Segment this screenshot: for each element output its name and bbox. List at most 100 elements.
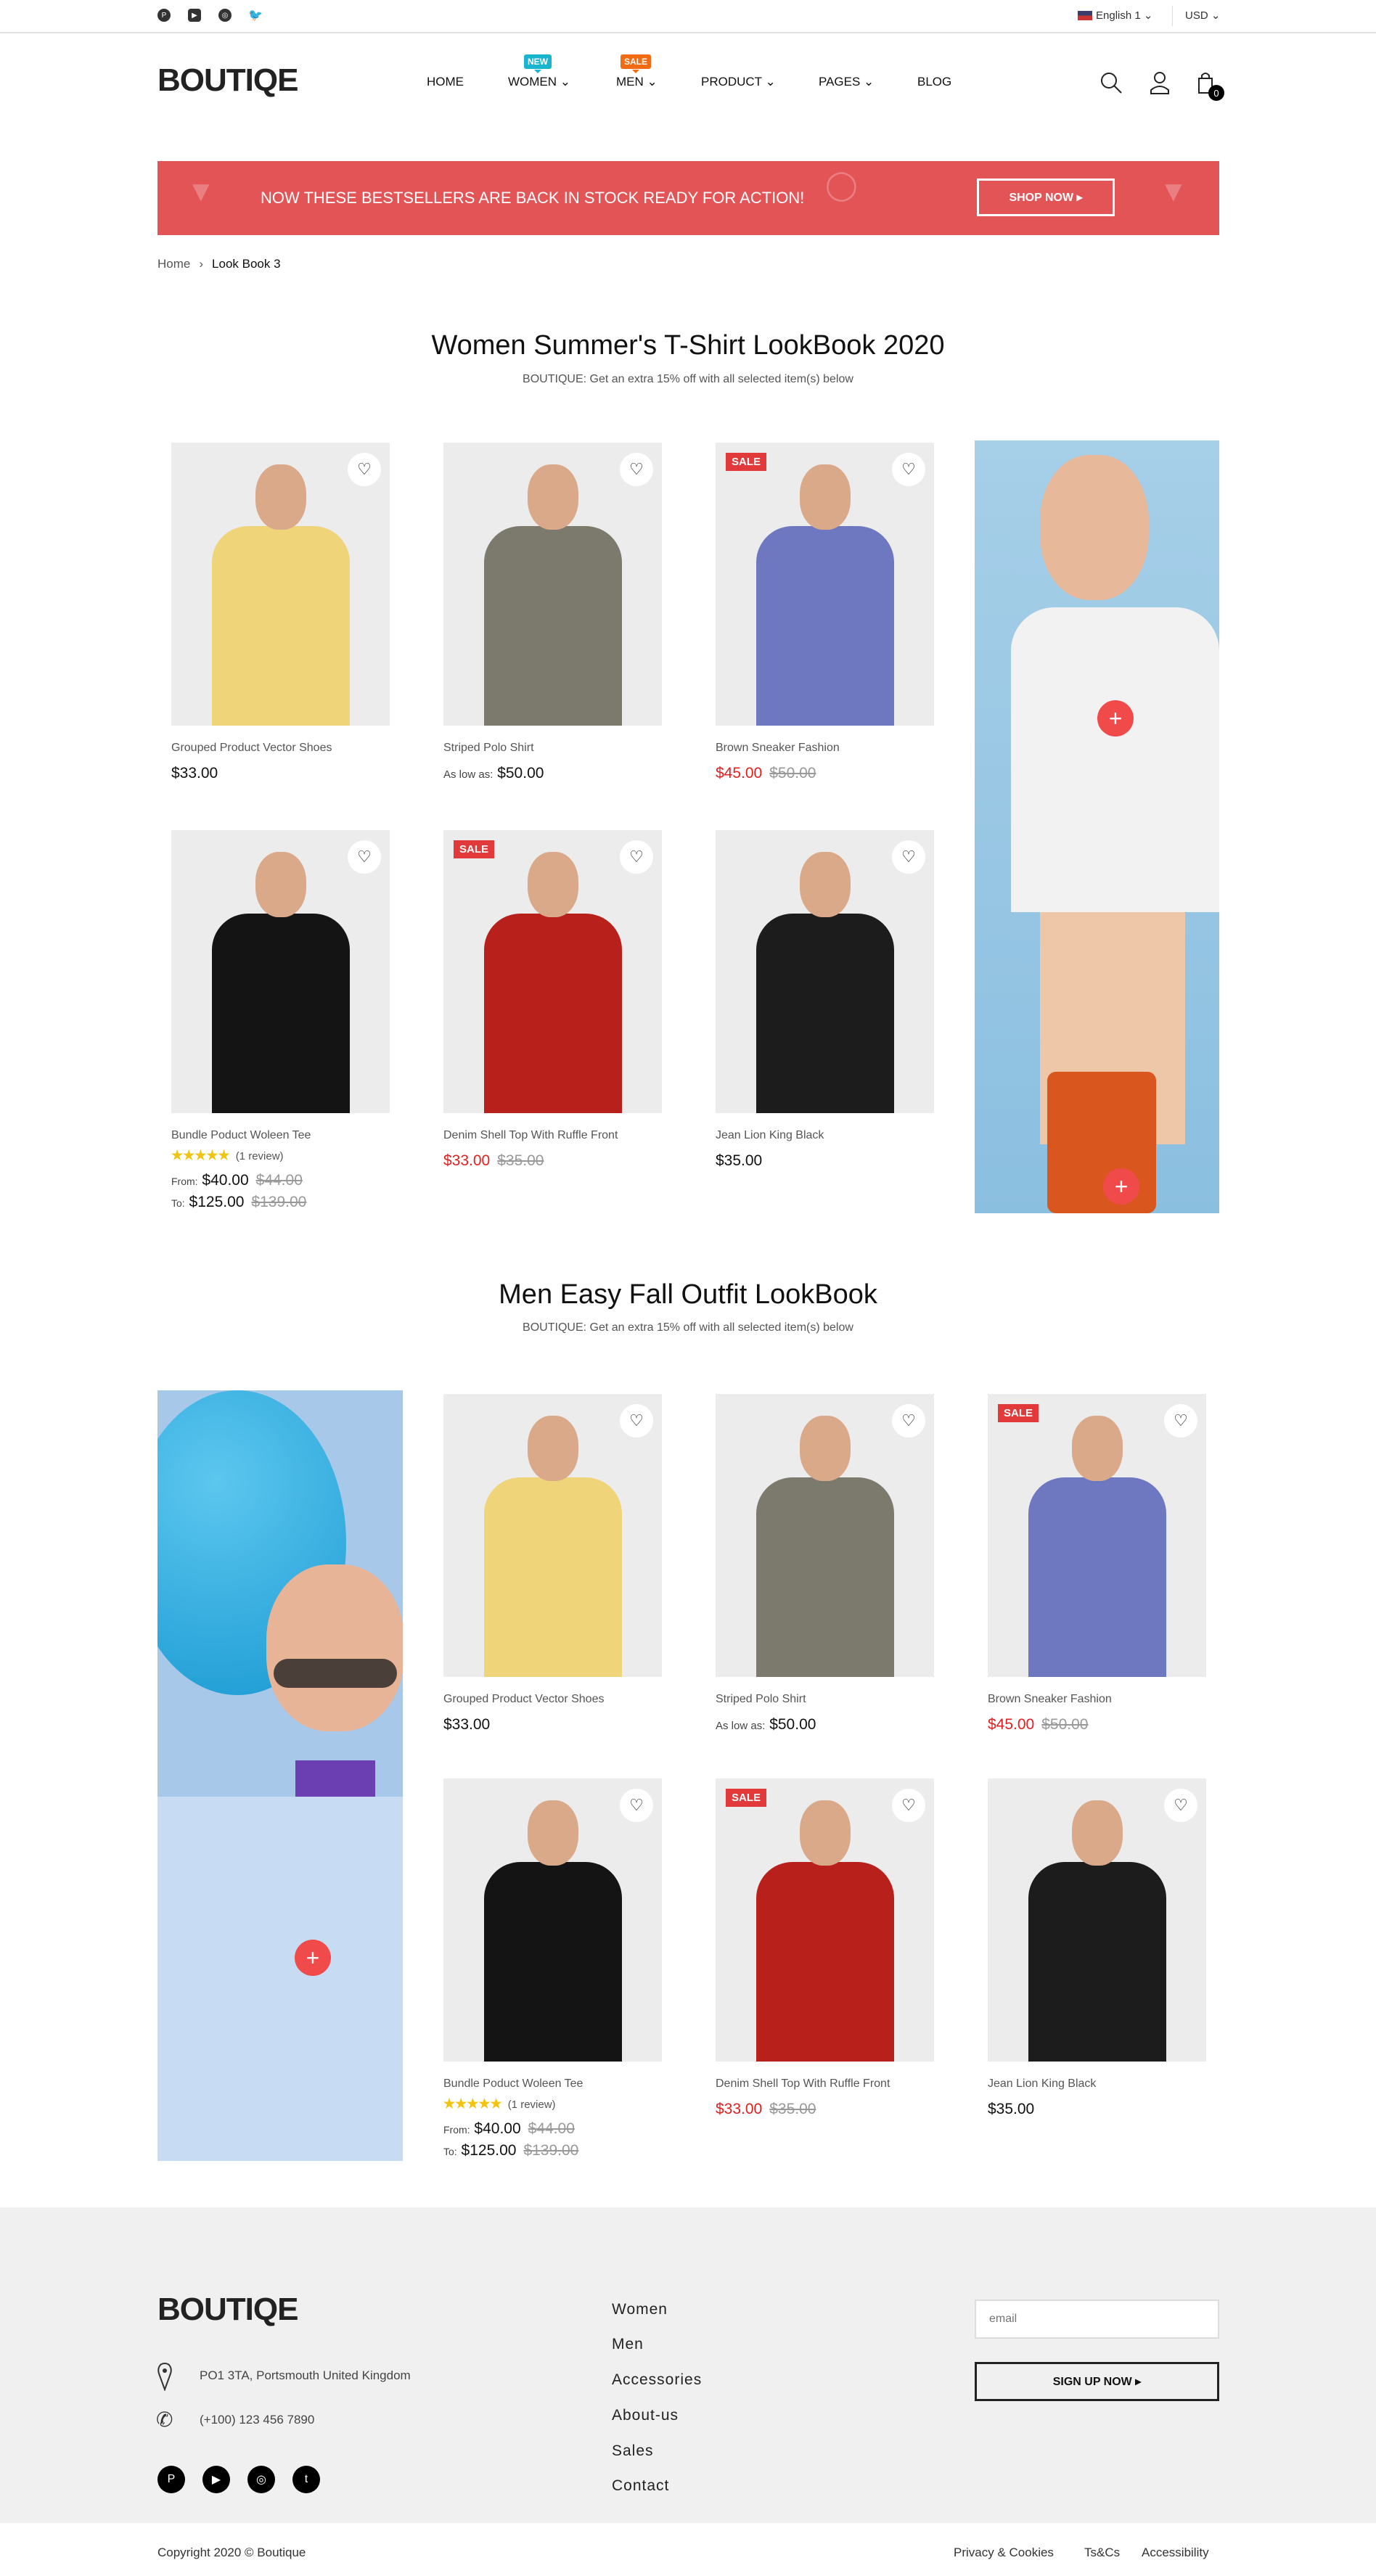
footer-link-sales[interactable]: Sales	[612, 2442, 654, 2460]
product-card[interactable]: SALE ♡ Denim Shell Top With Ruffle Front $3…	[443, 830, 662, 1170]
nav-home[interactable]: HOME	[427, 75, 464, 89]
footer-link-contact[interactable]: Contact	[612, 2477, 669, 2495]
wishlist-heart-icon[interactable]: ♡	[348, 840, 381, 874]
nav-pages[interactable]: PAGES ⌄	[819, 75, 874, 89]
email-input[interactable]	[975, 2300, 1219, 2339]
product-card[interactable]: SALE ♡ Brown Sneaker Fashion $45.00 $50.00	[988, 1394, 1206, 1734]
product-card[interactable]: SALE ♡ Denim Shell Top With Ruffle Front $3…	[716, 1779, 934, 2118]
price: $35.00	[716, 1152, 763, 1169]
nav-women[interactable]: WOMEN ⌄	[508, 75, 570, 89]
product-image[interactable]: SALE ♡	[988, 1394, 1206, 1677]
pinterest-icon[interactable]: P	[157, 2466, 185, 2493]
product-card[interactable]: ♡ Striped Polo Shirt As low as: $50.00	[716, 1394, 934, 1734]
product-card[interactable]: ♡ Bundle Poduct Woleen Tee ★★★★★ (1 review)…	[171, 830, 390, 1211]
currency-select[interactable]: USD ⌄	[1185, 9, 1220, 22]
hotspot-plus-button[interactable]: +	[295, 1940, 331, 1976]
footer-link-women[interactable]: Women	[612, 2301, 668, 2318]
wishlist-heart-icon[interactable]: ♡	[620, 840, 653, 874]
wishlist-heart-icon[interactable]: ♡	[1164, 1789, 1197, 1822]
product-name[interactable]: Bundle Poduct Woleen Tee	[171, 1129, 390, 1142]
old-price: $44.00	[528, 2120, 575, 2137]
wishlist-heart-icon[interactable]: ♡	[1164, 1404, 1197, 1437]
footer-phone[interactable]: (+100) 123 456 7890	[200, 2413, 314, 2427]
product-card[interactable]: SALE ♡ Brown Sneaker Fashion $45.00 $50.00	[716, 443, 934, 782]
lookbook-image-women[interactable]: + +	[975, 440, 1219, 1213]
product-image[interactable]: ♡	[443, 1779, 662, 2062]
lookbook-image-men[interactable]: +	[157, 1390, 403, 2161]
review-count[interactable]: (1 review)	[236, 1150, 284, 1162]
product-card[interactable]: ♡ Bundle Poduct Woleen Tee ★★★★★ (1 review)…	[443, 1779, 662, 2159]
model-figure	[755, 1862, 894, 2062]
product-name[interactable]: Denim Shell Top With Ruffle Front	[443, 1129, 662, 1142]
search-icon[interactable]	[1098, 70, 1124, 96]
footer-logo[interactable]: BOUTIQE	[157, 2292, 298, 2328]
product-name[interactable]: Striped Polo Shirt	[443, 742, 662, 755]
youtube-icon[interactable]: ▶	[202, 2466, 230, 2493]
price-from: From: $40.00 $44.00	[171, 1172, 390, 1189]
old-price: $139.00	[251, 1194, 307, 1210]
wishlist-heart-icon[interactable]: ♡	[892, 453, 925, 486]
hotspot-plus-button[interactable]: +	[1103, 1168, 1139, 1205]
nav-men[interactable]: MEN ⌄	[616, 75, 658, 89]
sign-up-button[interactable]: SIGN UP NOW ▸	[975, 2362, 1219, 2401]
product-card[interactable]: ♡ Grouped Product Vector Shoes $33.00	[171, 443, 390, 782]
terms-link[interactable]: Ts&Cs	[1084, 2546, 1120, 2560]
location-pin-icon	[157, 2362, 172, 2391]
breadcrumb-home[interactable]: Home	[157, 257, 190, 271]
product-image[interactable]: SALE ♡	[716, 1779, 934, 2062]
user-icon[interactable]	[1147, 70, 1173, 96]
product-name[interactable]: Grouped Product Vector Shoes	[171, 742, 390, 755]
product-image[interactable]: ♡	[716, 1394, 934, 1677]
review-count[interactable]: (1 review)	[508, 2099, 556, 2111]
sale-badge: SALE	[621, 54, 652, 73]
wishlist-heart-icon[interactable]: ♡	[620, 1404, 653, 1437]
product-image[interactable]: ♡	[443, 1394, 662, 1677]
breadcrumb: Home › Look Book 3	[157, 257, 290, 271]
product-name[interactable]: Jean Lion King Black	[716, 1129, 934, 1142]
wishlist-heart-icon[interactable]: ♡	[892, 840, 925, 874]
product-image[interactable]: SALE ♡	[716, 443, 934, 726]
product-name[interactable]: Grouped Product Vector Shoes	[443, 1693, 662, 1706]
instagram-icon[interactable]: ◎	[247, 2466, 275, 2493]
wishlist-heart-icon[interactable]: ♡	[348, 453, 381, 486]
privacy-link[interactable]: Privacy & Cookies	[954, 2546, 1054, 2560]
old-price: $50.00	[1041, 1716, 1089, 1733]
product-card[interactable]: ♡ Grouped Product Vector Shoes $33.00	[443, 1394, 662, 1734]
footer-link-accessories[interactable]: Accessories	[612, 2371, 702, 2389]
product-image[interactable]: ♡	[171, 830, 390, 1113]
product-card[interactable]: ♡ Jean Lion King Black $35.00	[988, 1779, 1206, 2118]
wishlist-heart-icon[interactable]: ♡	[892, 1404, 925, 1437]
product-name[interactable]: Denim Shell Top With Ruffle Front	[716, 2077, 934, 2091]
instagram-icon[interactable]: ◎	[218, 9, 232, 22]
product-image[interactable]: ♡	[443, 443, 662, 726]
product-name[interactable]: Brown Sneaker Fashion	[988, 1693, 1206, 1706]
product-name[interactable]: Brown Sneaker Fashion	[716, 742, 934, 755]
wishlist-heart-icon[interactable]: ♡	[892, 1789, 925, 1822]
hotspot-plus-button[interactable]: +	[1097, 700, 1134, 737]
product-card[interactable]: ♡ Striped Polo Shirt As low as: $50.00	[443, 443, 662, 782]
logo[interactable]: BOUTIQE	[157, 62, 298, 99]
wishlist-heart-icon[interactable]: ♡	[620, 1789, 653, 1822]
youtube-icon[interactable]: ▶	[188, 9, 201, 22]
product-name[interactable]: Striped Polo Shirt	[716, 1693, 934, 1706]
wishlist-heart-icon[interactable]: ♡	[620, 453, 653, 486]
price-to: To: $125.00 $139.00	[443, 2142, 662, 2159]
footer-link-about-us[interactable]: About-us	[612, 2407, 679, 2424]
shop-now-button[interactable]: SHOP NOW ▸	[977, 179, 1115, 216]
twitter-icon[interactable]: 🐦	[248, 9, 263, 22]
footer-link-men[interactable]: Men	[612, 2336, 644, 2353]
pinterest-icon[interactable]: P	[157, 9, 171, 22]
twitter-icon[interactable]: t	[292, 2466, 320, 2493]
product-card[interactable]: ♡ Jean Lion King Black $35.00	[716, 830, 934, 1170]
nav-product[interactable]: PRODUCT ⌄	[701, 75, 776, 89]
product-image[interactable]: ♡	[716, 830, 934, 1113]
product-image[interactable]: ♡	[171, 443, 390, 726]
product-name[interactable]: Bundle Poduct Woleen Tee	[443, 2077, 662, 2091]
nav-blog[interactable]: BLOG	[917, 75, 951, 89]
product-image[interactable]: ♡	[988, 1779, 1206, 2062]
product-name[interactable]: Jean Lion King Black	[988, 2077, 1206, 2091]
product-image[interactable]: SALE ♡	[443, 830, 662, 1113]
language-select[interactable]: English 1 ⌄	[1096, 9, 1152, 22]
accessibility-link[interactable]: Accessibility	[1142, 2546, 1209, 2560]
product-price: $33.00	[443, 1716, 662, 1734]
